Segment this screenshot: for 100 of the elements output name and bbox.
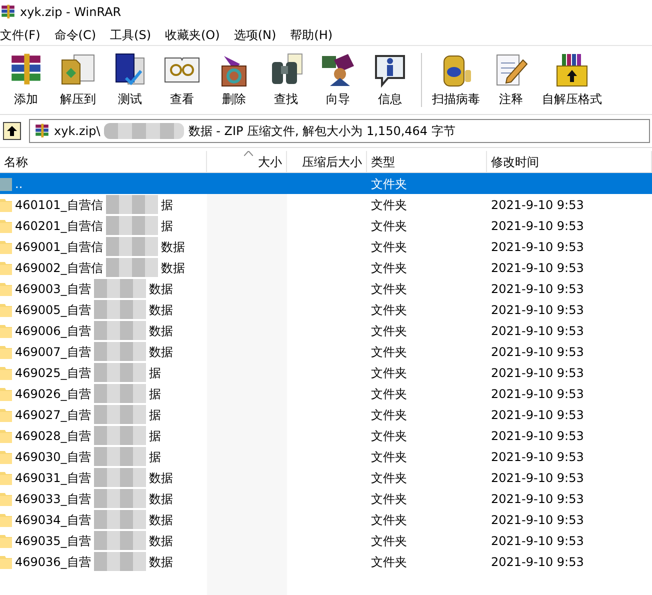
- menu-item[interactable]: 收藏夹(O): [165, 26, 220, 44]
- toolbar-button[interactable]: 查看: [156, 52, 208, 108]
- address-path: xyk.zip\: [54, 123, 100, 140]
- file-name: 469006_自营: [15, 322, 91, 340]
- file-row[interactable]: 460201_自营信 据 文件夹 2021-9-10 9:53: [0, 215, 652, 236]
- redaction-mosaic: [94, 384, 146, 403]
- toolbar-button[interactable]: 删除: [208, 52, 260, 108]
- file-row[interactable]: 469028_自营 据 文件夹 2021-9-10 9:53: [0, 425, 652, 446]
- redaction-mosaic: [94, 552, 146, 571]
- type-cell-text: 文件夹: [370, 196, 408, 214]
- file-row[interactable]: 460101_自营信 据 文件夹 2021-9-10 9:53: [0, 194, 652, 215]
- date-cell-text: 2021-9-10 9:53: [490, 196, 585, 214]
- type-cell-text: 文件夹: [370, 554, 408, 570]
- file-name-end: 数据: [148, 344, 173, 360]
- redaction-mosaic: [94, 531, 146, 550]
- folder-icon: [0, 492, 12, 506]
- date-cell-text: 2021-9-10 9:53: [490, 386, 585, 402]
- up-button[interactable]: [3, 122, 21, 140]
- column-header[interactable]: 压缩后大小: [287, 151, 367, 172]
- folder-icon: [0, 260, 12, 274]
- file-name: 469002_自营信: [15, 260, 103, 276]
- file-row[interactable]: 469025_自营 据 文件夹 2021-9-10 9:53: [0, 362, 652, 383]
- type-cell-text: 文件夹: [370, 260, 408, 276]
- column-header[interactable]: 类型: [367, 151, 487, 172]
- file-row[interactable]: 469007_自营 数据 文件夹 2021-9-10 9:53: [0, 341, 652, 362]
- redaction-mosaic: [94, 321, 146, 340]
- file-row[interactable]: 469027_自营 据 文件夹 2021-9-10 9:53: [0, 404, 652, 425]
- file-name-end: 据: [160, 218, 173, 234]
- date-cell-text: 2021-9-10 9:53: [490, 344, 585, 360]
- toolbar-button[interactable]: 向导: [312, 52, 364, 108]
- menu-item[interactable]: 命令(C): [54, 26, 96, 44]
- file-name: 460101_自营信: [15, 196, 103, 214]
- archive-icon: [34, 123, 50, 139]
- type-cell-text: 文件夹: [370, 322, 408, 340]
- column-header[interactable]: 名称: [0, 151, 207, 172]
- file-name: 469027_自营: [15, 406, 91, 424]
- date-cell-text: 2021-9-10 9:53: [490, 364, 585, 382]
- file-row[interactable]: 469003_自营 数据 文件夹 2021-9-10 9:53: [0, 278, 652, 299]
- file-name-end: 数据: [160, 238, 185, 256]
- redaction-mosaic: [94, 405, 146, 424]
- address-description: 数据 - ZIP 压缩文件, 解包大小为 1,150,464 字节: [188, 123, 456, 140]
- date-cell-text: 2021-9-10 9:53: [490, 302, 585, 318]
- date-cell-text: 2021-9-10 9:53: [490, 218, 585, 234]
- folder-icon: [0, 428, 12, 442]
- redaction-mosaic: [106, 195, 158, 214]
- menu-item[interactable]: 选项(N): [234, 26, 276, 44]
- file-name-end: 数据: [148, 512, 173, 528]
- folder-icon: [0, 554, 12, 568]
- window-title: xyk.zip - WinRAR: [20, 4, 122, 21]
- file-row[interactable]: 469005_自营 数据 文件夹 2021-9-10 9:53: [0, 299, 652, 320]
- file-name-end: 数据: [148, 322, 173, 340]
- toolbar-button[interactable]: 解压到: [52, 52, 104, 108]
- app-icon: [0, 4, 16, 20]
- type-cell-text: 文件夹: [370, 470, 408, 486]
- date-cell-text: 2021-9-10 9:53: [490, 322, 585, 340]
- file-name: 469005_自营: [15, 302, 91, 318]
- toolbar-button[interactable]: 扫描病毒: [427, 52, 485, 108]
- type-cell-text: 文件夹: [370, 490, 408, 508]
- toolbar-button[interactable]: 查找: [260, 52, 312, 108]
- folder-icon: [0, 218, 12, 232]
- column-header[interactable]: 大小: [207, 151, 287, 172]
- file-row[interactable]: 469031_自营 数据 文件夹 2021-9-10 9:53: [0, 467, 652, 488]
- date-cell-text: 2021-9-10 9:53: [490, 260, 585, 276]
- folder-icon: [0, 324, 12, 338]
- redaction-mosaic: [94, 363, 146, 382]
- date-cell-text: 2021-9-10 9:53: [490, 428, 585, 444]
- folder-icon: [0, 344, 12, 358]
- file-row[interactable]: 469002_自营信 数据 文件夹 2021-9-10 9:53: [0, 257, 652, 278]
- file-name-end: 数据: [148, 532, 173, 550]
- folder-icon: [0, 470, 12, 484]
- toolbar-button[interactable]: 测试: [104, 52, 156, 108]
- file-row[interactable]: 469001_自营信 数据 文件夹 2021-9-10 9:53: [0, 236, 652, 257]
- file-name: 469031_自营: [15, 470, 91, 486]
- type-cell-text: 文件夹: [370, 532, 408, 550]
- file-row[interactable]: 469026_自营 据 文件夹 2021-9-10 9:53: [0, 383, 652, 404]
- toolbar-button[interactable]: 添加: [0, 52, 52, 108]
- toolbar-button[interactable]: 自解压格式: [537, 52, 607, 108]
- type-cell-text: 文件夹: [370, 364, 408, 382]
- redaction-mosaic: [94, 468, 146, 487]
- file-row[interactable]: 469006_自营 数据 文件夹 2021-9-10 9:53: [0, 320, 652, 341]
- file-row[interactable]: 469033_自营 数据 文件夹 2021-9-10 9:53: [0, 488, 652, 509]
- column-header[interactable]: 修改时间: [487, 151, 652, 172]
- date-cell-text: 2021-9-10 9:53: [490, 238, 585, 256]
- toolbar-button[interactable]: 信息: [364, 52, 416, 108]
- file-row[interactable]: 469035_自营 数据 文件夹 2021-9-10 9:53: [0, 530, 652, 551]
- file-row[interactable]: 469030_自营 据 文件夹 2021-9-10 9:53: [0, 446, 652, 467]
- folder-icon: [0, 240, 12, 254]
- redaction-mosaic: [94, 279, 146, 298]
- menu-item[interactable]: 工具(S): [110, 26, 151, 44]
- folder-icon: [0, 198, 12, 212]
- menu-item[interactable]: 文件(F): [0, 26, 40, 44]
- menu-item[interactable]: 帮助(H): [290, 26, 333, 44]
- type-cell-text: 文件夹: [370, 302, 408, 318]
- file-row[interactable]: .. 文件夹: [0, 173, 652, 194]
- file-name: 469001_自营信: [15, 238, 103, 256]
- file-name-end: 数据: [148, 490, 173, 508]
- file-row[interactable]: 469034_自营 数据 文件夹 2021-9-10 9:53: [0, 509, 652, 530]
- file-row[interactable]: 469036_自营 数据 文件夹 2021-9-10 9:53: [0, 551, 652, 572]
- toolbar-button[interactable]: 注释: [485, 52, 537, 108]
- address-field[interactable]: xyk.zip\ 数据 - ZIP 压缩文件, 解包大小为 1,150,464 字节: [29, 119, 650, 143]
